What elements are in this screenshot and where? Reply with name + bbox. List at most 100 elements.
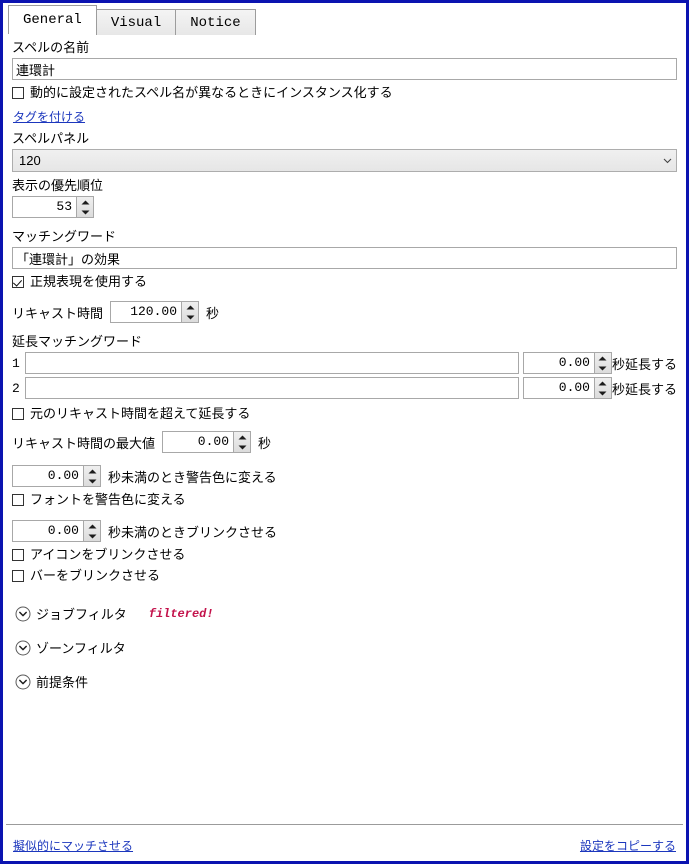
blink-bar-checkbox-label: バーをブリンクさせる [30, 568, 161, 583]
warn-font-checkbox[interactable] [12, 494, 24, 506]
max-recast-label: リキャスト時間の最大値 [12, 435, 156, 451]
max-recast-spinner[interactable]: 0.00 [162, 431, 252, 453]
section-job-filter[interactable]: ジョブフィルタ filtered! [15, 604, 677, 623]
blink-threshold-value[interactable]: 0.00 [13, 521, 83, 541]
tab-general[interactable]: General [8, 5, 97, 34]
warn-font-checkbox-label: フォントを警告色に変える [30, 492, 186, 507]
warn-color-threshold-suffix: 秒未満のとき警告色に変える [108, 469, 277, 485]
extend-seconds-2-suffix: 秒延長する [611, 381, 677, 397]
max-recast-unit: 秒 [258, 435, 272, 451]
spinner-down-icon[interactable] [84, 531, 100, 541]
section-job-filter-title: ジョブフィルタ [36, 607, 127, 622]
spell-name-label: スペルの名前 [12, 40, 90, 55]
footer: 擬似的にマッチさせる 設定をコピーする [13, 837, 676, 854]
extend-over-original-checkbox-row[interactable]: 元のリキャスト時間を超えて延長する [12, 406, 677, 422]
extend-seconds-1-value[interactable]: 0.00 [523, 353, 594, 373]
extend-seconds-1-spin-buttons[interactable] [593, 353, 611, 373]
spell-panel-label: スペルパネル [12, 131, 90, 146]
recast-time-unit: 秒 [206, 305, 220, 321]
spinner-up-icon[interactable] [84, 521, 100, 531]
section-prerequisite-title: 前提条件 [36, 675, 89, 690]
warn-color-threshold-value[interactable]: 0.00 [13, 466, 83, 486]
warn-color-threshold-row: 0.00 秒未満のとき警告色に変える [12, 465, 677, 487]
blink-spin-buttons[interactable] [83, 521, 100, 541]
extend-row-1-number: 1 [12, 355, 20, 371]
copy-settings-link[interactable]: 設定をコピーする [580, 837, 676, 854]
display-priority-spinner[interactable]: 53 [12, 196, 94, 218]
section-job-filter-tag: filtered! [148, 606, 214, 621]
pseudo-match-link[interactable]: 擬似的にマッチさせる [13, 837, 133, 854]
spinner-down-icon[interactable] [77, 207, 93, 217]
spell-panel-value: 120 [19, 153, 41, 168]
chevron-down-circle-icon[interactable] [15, 640, 31, 656]
blink-threshold-spinner[interactable]: 0.00 [12, 520, 101, 542]
extend-seconds-2-spin-buttons[interactable] [593, 378, 611, 398]
warn-color-spin-buttons[interactable] [83, 466, 100, 486]
tab-visual[interactable]: Visual [95, 9, 177, 35]
tab-notice[interactable]: Notice [175, 9, 256, 35]
spinner-up-icon[interactable] [84, 466, 100, 476]
general-tab-panel: スペルの名前 動的に設定されたスペル名が異なるときにインスタンス化する タグを付… [3, 40, 686, 691]
matching-word-label: マッチングワード [12, 229, 117, 244]
blink-icon-checkbox[interactable] [12, 549, 24, 561]
blink-icon-checkbox-label: アイコンをブリンクさせる [30, 547, 186, 562]
spinner-down-icon[interactable] [595, 388, 611, 398]
add-tag-link[interactable]: タグを付ける [13, 110, 85, 124]
spinner-up-icon[interactable] [595, 378, 611, 388]
extend-over-original-checkbox-label: 元のリキャスト時間を超えて延長する [30, 406, 251, 421]
use-regex-checkbox-label: 正規表現を使用する [30, 274, 148, 289]
blink-bar-checkbox-row[interactable]: バーをブリンクさせる [12, 568, 677, 584]
recast-time-value[interactable]: 120.00 [111, 302, 182, 322]
instance-checkbox-row[interactable]: 動的に設定されたスペル名が異なるときにインスタンス化する [12, 85, 677, 101]
chevron-down-icon [663, 156, 672, 165]
recast-time-row: リキャスト時間 120.00 秒 [12, 301, 677, 323]
matching-word-input[interactable] [12, 247, 677, 269]
section-zone-filter-title: ゾーンフィルタ [36, 641, 126, 656]
spinner-up-icon[interactable] [182, 302, 198, 312]
use-regex-checkbox[interactable] [12, 276, 24, 288]
spinner-down-icon[interactable] [182, 312, 198, 322]
section-zone-filter[interactable]: ゾーンフィルタ [15, 638, 677, 657]
blink-bar-checkbox[interactable] [12, 570, 24, 582]
blink-threshold-suffix: 秒未満のときブリンクさせる [108, 524, 278, 540]
spell-name-input[interactable] [12, 58, 677, 80]
section-prerequisite[interactable]: 前提条件 [15, 672, 677, 691]
extend-row-2-number: 2 [12, 380, 20, 396]
spinner-up-icon[interactable] [77, 197, 93, 207]
recast-time-spin-buttons[interactable] [181, 302, 199, 322]
display-priority-value[interactable]: 53 [13, 197, 76, 217]
extend-word-1-input[interactable] [25, 352, 519, 374]
extend-row-2: 2 0.00 秒延長する [12, 377, 677, 399]
footer-divider [6, 824, 683, 825]
spinner-down-icon[interactable] [84, 476, 100, 486]
extend-seconds-1-spinner[interactable]: 0.00 [522, 352, 612, 374]
blink-icon-checkbox-row[interactable]: アイコンをブリンクさせる [12, 547, 677, 563]
instance-checkbox[interactable] [12, 87, 24, 99]
extend-over-original-checkbox[interactable] [12, 408, 24, 420]
spell-panel-combobox[interactable]: 120 [12, 149, 677, 172]
extend-seconds-2-value[interactable]: 0.00 [523, 378, 594, 398]
use-regex-checkbox-row[interactable]: 正規表現を使用する [12, 274, 677, 290]
spinner-up-icon[interactable] [595, 353, 611, 363]
chevron-down-circle-icon[interactable] [15, 606, 31, 622]
display-priority-label: 表示の優先順位 [12, 178, 104, 193]
warn-font-checkbox-row[interactable]: フォントを警告色に変える [12, 492, 677, 508]
extend-word-2-input[interactable] [25, 377, 519, 399]
extend-row-1: 1 0.00 秒延長する [12, 352, 677, 374]
spinner-up-icon[interactable] [234, 432, 250, 442]
warn-color-threshold-spinner[interactable]: 0.00 [12, 465, 101, 487]
instance-checkbox-label: 動的に設定されたスペル名が異なるときにインスタンス化する [30, 85, 393, 100]
spinner-down-icon[interactable] [595, 363, 611, 373]
blink-threshold-row: 0.00 秒未満のときブリンクさせる [12, 520, 677, 542]
recast-time-spinner[interactable]: 120.00 [110, 301, 200, 323]
extend-seconds-2-spinner[interactable]: 0.00 [522, 377, 612, 399]
extend-seconds-1-suffix: 秒延長する [611, 356, 677, 372]
tab-strip: General Visual Notice [3, 3, 686, 35]
max-recast-spin-buttons[interactable] [233, 432, 251, 452]
spinner-down-icon[interactable] [234, 442, 250, 452]
max-recast-value[interactable]: 0.00 [163, 432, 234, 452]
chevron-down-circle-icon[interactable] [15, 674, 31, 690]
recast-time-label: リキャスト時間 [12, 305, 104, 321]
display-priority-spin-buttons[interactable] [76, 197, 93, 217]
extend-matching-word-label: 延長マッチングワード [12, 334, 143, 349]
